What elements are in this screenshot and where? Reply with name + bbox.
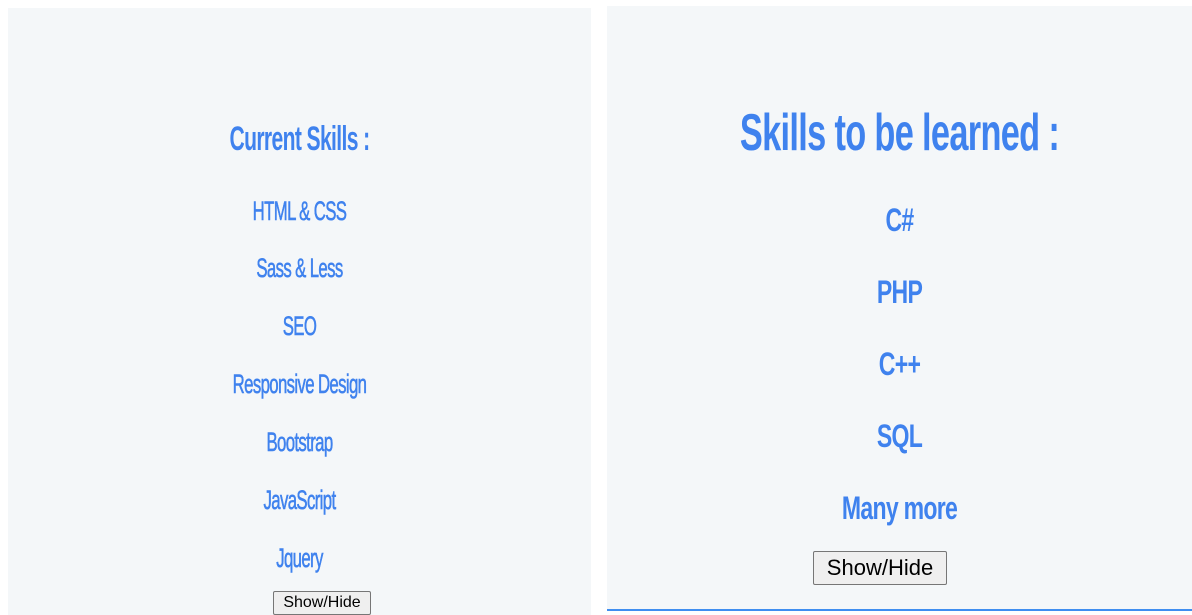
current-skill-item: JavaScript — [263, 485, 336, 516]
current-skill-item: Sass & Less — [256, 253, 343, 284]
page: Current Skills : HTML & CSS Sass & Less … — [0, 0, 1192, 615]
learn-skill-item: Many more — [841, 490, 958, 526]
current-skill-item: Jquery — [276, 543, 324, 574]
current-skill-item: SEO — [282, 311, 317, 342]
bottom-divider — [607, 609, 1192, 611]
skills-to-learn-title: Skills to be learned : — [739, 104, 1060, 162]
current-skills-panel: Current Skills : HTML & CSS Sass & Less … — [8, 8, 591, 615]
current-skill-item: Responsive Design — [232, 369, 367, 400]
learn-skill-item: PHP — [876, 274, 923, 310]
learn-skill-item: C# — [885, 202, 914, 238]
learn-skill-item: C++ — [878, 346, 921, 382]
current-skills-show-hide-button[interactable]: Show/Hide — [273, 591, 371, 615]
skills-to-learn-panel: Skills to be learned : C# PHP C++ SQL Ma… — [607, 6, 1192, 609]
current-skills-title: Current Skills : — [229, 120, 370, 158]
current-skill-item: Bootstrap — [266, 427, 333, 458]
skills-to-learn-show-hide-button[interactable]: Show/Hide — [813, 551, 947, 585]
current-skill-item: HTML & CSS — [252, 196, 347, 227]
learn-skill-item: SQL — [876, 418, 923, 454]
